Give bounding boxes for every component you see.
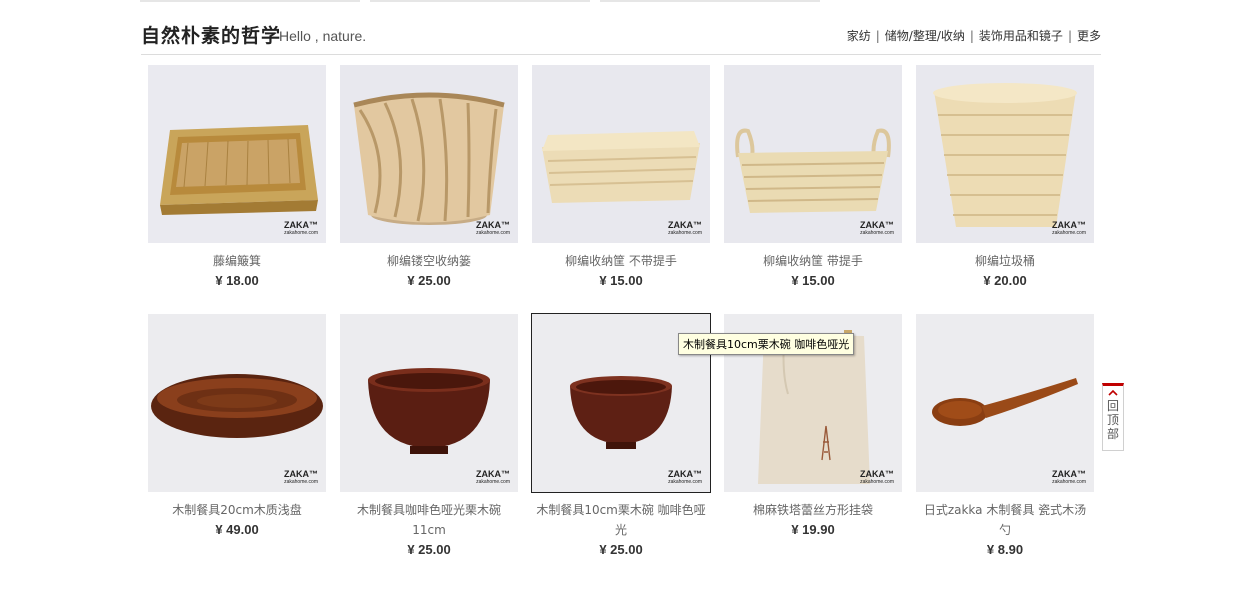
product-name[interactable]: 日式zakka 木制餐具 瓷式木汤勺 xyxy=(916,500,1094,540)
product-card: ZAKA™ zakahome.com 日式zakka 木制餐具 瓷式木汤勺 ¥ 8… xyxy=(916,314,1094,560)
product-name[interactable]: 棉麻铁塔蕾丝方形挂袋 xyxy=(724,500,902,520)
wicker-basket-icon xyxy=(340,65,518,243)
brand-watermark: ZAKA™ zakahome.com xyxy=(476,220,510,237)
chevron-up-icon xyxy=(1103,387,1123,399)
wooden-plate-icon xyxy=(148,314,326,492)
product-name[interactable]: 柳编镂空收纳篓 xyxy=(340,251,518,271)
product-price: ¥ 15.00 xyxy=(791,273,835,288)
product-image[interactable]: ZAKA™ zakahome.com xyxy=(340,314,518,492)
product-price: ¥ 25.00 xyxy=(407,542,451,557)
product-image[interactable]: ZAKA™ zakahome.com xyxy=(916,65,1094,243)
product-name[interactable]: 木制餐具咖啡色哑光栗木碗 11cm xyxy=(340,500,518,540)
product-price: ¥ 25.00 xyxy=(407,273,451,288)
straw-basket-handles-icon xyxy=(724,65,902,243)
straw-basket-icon xyxy=(532,65,710,243)
category-link-home-textiles[interactable]: 家纺 xyxy=(847,29,871,43)
brand-watermark: ZAKA™ zakahome.com xyxy=(668,469,702,486)
top-tab-strip xyxy=(140,0,960,2)
divider: | xyxy=(1067,29,1072,43)
product-image[interactable]: ZAKA™ zakahome.com xyxy=(148,65,326,243)
wooden-bowl-icon xyxy=(340,314,518,492)
product-card: ZAKA™ zakahome.com 藤编簸箕 ¥ 18.00 xyxy=(148,65,326,291)
product-name[interactable]: 藤编簸箕 xyxy=(148,251,326,271)
brand-watermark: ZAKA™ zakahome.com xyxy=(284,220,318,237)
product-card: ZAKA™ zakahome.com 柳编镂空收纳篓 ¥ 25.00 xyxy=(340,65,518,291)
product-name[interactable]: 柳编垃圾桶 xyxy=(916,251,1094,271)
product-price: ¥ 19.90 xyxy=(791,522,835,537)
category-link-storage[interactable]: 储物/整理/收纳 xyxy=(885,29,965,43)
product-name[interactable]: 木制餐具20cm木质浅盘 xyxy=(148,500,326,520)
brand-watermark: ZAKA™ zakahome.com xyxy=(860,469,894,486)
brand-watermark: ZAKA™ zakahome.com xyxy=(860,220,894,237)
product-card: ZAKA™ zakahome.com 木制餐具20cm木质浅盘 ¥ 49.00 xyxy=(148,314,326,540)
top-tab-bar xyxy=(600,0,820,2)
product-card: ZAKA™ zakahome.com 柳编收纳筐 带提手 ¥ 15.00 xyxy=(724,65,902,291)
brand-watermark: ZAKA™ zakahome.com xyxy=(668,220,702,237)
product-image[interactable]: ZAKA™ zakahome.com xyxy=(916,314,1094,492)
brand-watermark: ZAKA™ zakahome.com xyxy=(1052,220,1086,237)
product-card: ZAKA™ zakahome.com 柳编垃圾桶 ¥ 20.00 xyxy=(916,65,1094,291)
product-card: ZAKA™ zakahome.com 柳编收纳筐 不带提手 ¥ 15.00 xyxy=(532,65,710,291)
back-to-top-label: 回顶部 xyxy=(1107,399,1120,441)
back-to-top-button[interactable]: 回顶部 xyxy=(1102,383,1124,451)
straw-bin-icon xyxy=(916,65,1094,243)
wooden-spoon-icon xyxy=(916,314,1094,492)
category-links: 家纺 | 储物/整理/收纳 | 装饰用品和镜子 | 更多 xyxy=(847,27,1101,44)
product-tooltip: 木制餐具10cm栗木碗 咖啡色哑光 xyxy=(678,333,855,355)
divider: | xyxy=(969,29,974,43)
category-link-decor[interactable]: 装饰用品和镜子 xyxy=(979,29,1063,43)
section-header: 自然朴素的哲学 Hello , nature. 家纺 | 储物/整理/收纳 | 装饰用品… xyxy=(141,20,1101,55)
top-tab-bar xyxy=(370,0,590,2)
product-image[interactable]: ZAKA™ zakahome.com xyxy=(724,65,902,243)
divider: | xyxy=(875,29,880,43)
product-price: ¥ 15.00 xyxy=(599,273,643,288)
product-price: ¥ 20.00 xyxy=(983,273,1027,288)
product-name[interactable]: 柳编收纳筐 不带提手 xyxy=(532,251,710,271)
product-image[interactable]: ZAKA™ zakahome.com xyxy=(148,314,326,492)
product-name[interactable]: 柳编收纳筐 带提手 xyxy=(724,251,902,271)
brand-watermark: ZAKA™ zakahome.com xyxy=(284,469,318,486)
product-price: ¥ 18.00 xyxy=(215,273,259,288)
product-price: ¥ 49.00 xyxy=(215,522,259,537)
product-card: ZAKA™ zakahome.com 木制餐具咖啡色哑光栗木碗 11cm ¥ 25… xyxy=(340,314,518,560)
top-tab-bar xyxy=(140,0,360,2)
product-image[interactable]: ZAKA™ zakahome.com xyxy=(340,65,518,243)
brand-watermark: ZAKA™ zakahome.com xyxy=(1052,469,1086,486)
brand-watermark: ZAKA™ zakahome.com xyxy=(476,469,510,486)
category-link-more[interactable]: 更多 xyxy=(1077,29,1101,43)
product-section: 自然朴素的哲学 Hello , nature. 家纺 | 储物/整理/收纳 | 装饰用品… xyxy=(141,20,1101,557)
product-name[interactable]: 木制餐具10cm栗木碗 咖啡色哑光 xyxy=(532,500,710,540)
rattan-tray-icon xyxy=(148,65,326,243)
product-price: ¥ 8.90 xyxy=(986,542,1024,557)
section-subtitle: Hello , nature. xyxy=(279,28,367,44)
section-title: 自然朴素的哲学 xyxy=(141,25,282,47)
product-price: ¥ 25.00 xyxy=(599,542,643,557)
product-image[interactable]: ZAKA™ zakahome.com xyxy=(532,65,710,243)
